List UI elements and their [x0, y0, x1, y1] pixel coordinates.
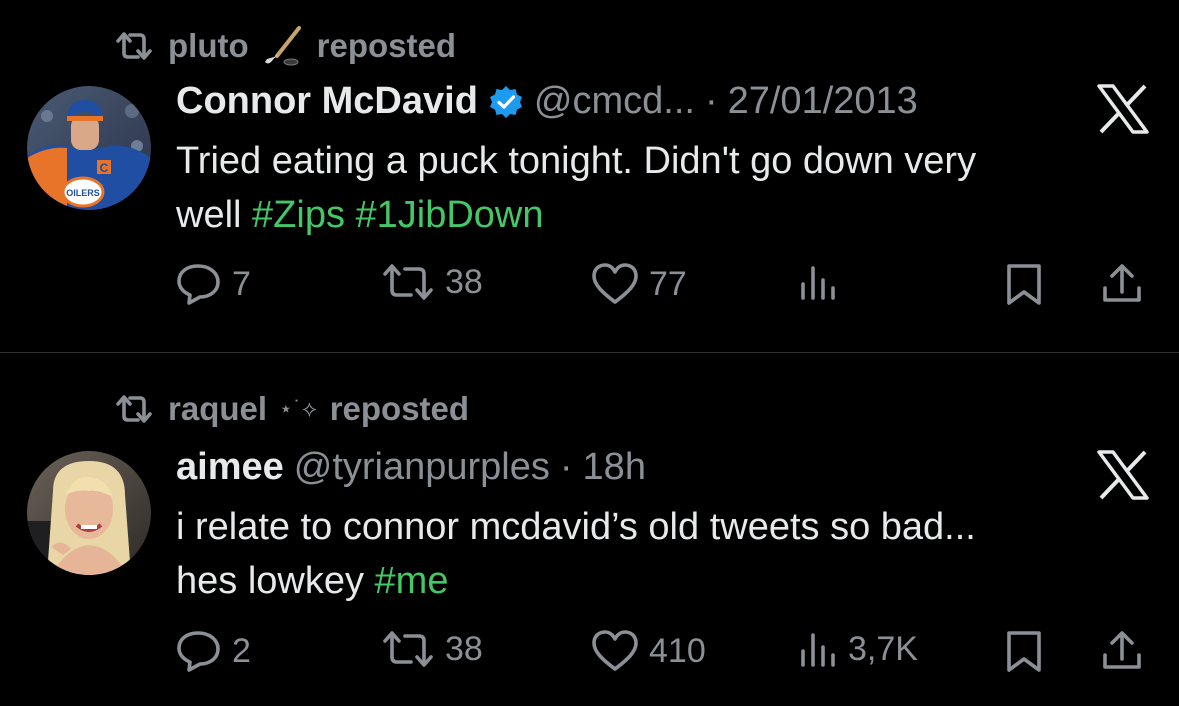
- tweet-header: Connor McDavid @cmcd... · 27/01/2013: [176, 80, 918, 123]
- tweet-header: aimee @tyrianpurples · 18h: [176, 446, 646, 489]
- hashtag-link[interactable]: #1JibDown: [356, 194, 544, 236]
- hockey-stick-icon: [261, 24, 305, 68]
- repost-button[interactable]: 38: [381, 262, 483, 302]
- repost-context: pluto reposted: [112, 24, 456, 68]
- author-name[interactable]: aimee: [176, 446, 284, 489]
- share-button[interactable]: [1100, 262, 1144, 306]
- repost-context: raquel ⋆˙⟡ reposted: [112, 390, 469, 428]
- bookmark-icon: [1007, 631, 1041, 672]
- x-logo-icon: [1096, 450, 1150, 500]
- tweet-text: i relate to connor mcdavid’s old tweets …: [176, 500, 1136, 608]
- x-logo-icon: [1096, 84, 1150, 134]
- tweet-text-line: well #Zips #1JibDown: [176, 188, 1136, 242]
- timestamp[interactable]: 27/01/2013: [728, 80, 918, 123]
- tweet-actions: 2 38 410 3,7K: [176, 629, 1156, 679]
- heart-icon: [592, 263, 638, 304]
- reply-button[interactable]: 7: [176, 262, 251, 306]
- share-icon: [1103, 264, 1141, 302]
- reply-count: 2: [232, 631, 251, 670]
- repost-count: 38: [445, 262, 483, 301]
- reply-icon: [177, 631, 220, 672]
- view-count: 3,7K: [848, 629, 918, 668]
- reply-button[interactable]: 2: [176, 629, 251, 673]
- author-handle[interactable]: @cmcd...: [534, 80, 695, 123]
- reposted-label: reposted: [329, 390, 470, 427]
- avatar[interactable]: [27, 451, 151, 575]
- bookmark-button[interactable]: [1004, 262, 1044, 306]
- bookmark-button[interactable]: [1004, 629, 1044, 673]
- views-button[interactable]: [798, 262, 848, 302]
- bookmark-icon: [1007, 264, 1041, 305]
- reposter-name[interactable]: raquel: [168, 390, 267, 428]
- separator-dot: ·: [704, 80, 718, 122]
- views-icon: [801, 633, 835, 667]
- heart-icon: [592, 630, 638, 671]
- reposted-label: reposted: [316, 27, 457, 64]
- reply-count: 7: [232, 264, 251, 303]
- separator-dot: ·: [559, 446, 573, 488]
- repost-icon: [383, 264, 433, 300]
- hashtag-link[interactable]: #Zips: [252, 194, 345, 236]
- like-count: 77: [649, 264, 687, 303]
- avatar[interactable]: C OILERS: [27, 86, 151, 210]
- tweet-card[interactable]: raquel ⋆˙⟡ reposted aimee @tyrianpurples…: [0, 353, 1179, 706]
- like-button[interactable]: 77: [591, 262, 687, 306]
- author-handle[interactable]: @tyrianpurples: [294, 446, 550, 489]
- repost-icon: [112, 29, 156, 63]
- tweet-text-line: hes lowkey #me: [176, 554, 1136, 608]
- reply-icon: [177, 264, 220, 305]
- sparkle-decoration: ⋆˙⟡: [279, 396, 318, 421]
- verified-badge-icon: [488, 84, 524, 120]
- share-button[interactable]: [1100, 629, 1144, 673]
- views-icon: [801, 266, 835, 300]
- tweet-text: Tried eating a puck tonight. Didn't go d…: [176, 134, 1136, 242]
- tweet-text-fragment: hes lowkey: [176, 560, 375, 602]
- svg-text:OILERS: OILERS: [66, 188, 100, 198]
- repost-icon: [383, 631, 433, 667]
- tweet-text-line: Tried eating a puck tonight. Didn't go d…: [176, 140, 977, 182]
- views-button[interactable]: 3,7K: [798, 629, 918, 669]
- repost-count: 38: [445, 629, 483, 668]
- like-count: 410: [649, 631, 706, 670]
- reposter-name[interactable]: pluto: [168, 27, 249, 65]
- tweet-text-fragment: well: [176, 194, 253, 236]
- share-icon: [1103, 631, 1141, 669]
- svg-text:C: C: [100, 161, 109, 175]
- tweet-actions: 7 38 77: [176, 262, 1156, 312]
- tweet-card[interactable]: pluto reposted C OILERS Connor McDavid @…: [0, 0, 1179, 352]
- repost-icon: [112, 392, 156, 426]
- timestamp[interactable]: 18h: [583, 446, 646, 489]
- tweet-text-line: i relate to connor mcdavid’s old tweets …: [176, 506, 976, 548]
- author-name[interactable]: Connor McDavid: [176, 80, 478, 123]
- hashtag-link[interactable]: #me: [375, 560, 449, 602]
- like-button[interactable]: 410: [591, 629, 706, 673]
- repost-button[interactable]: 38: [381, 629, 483, 669]
